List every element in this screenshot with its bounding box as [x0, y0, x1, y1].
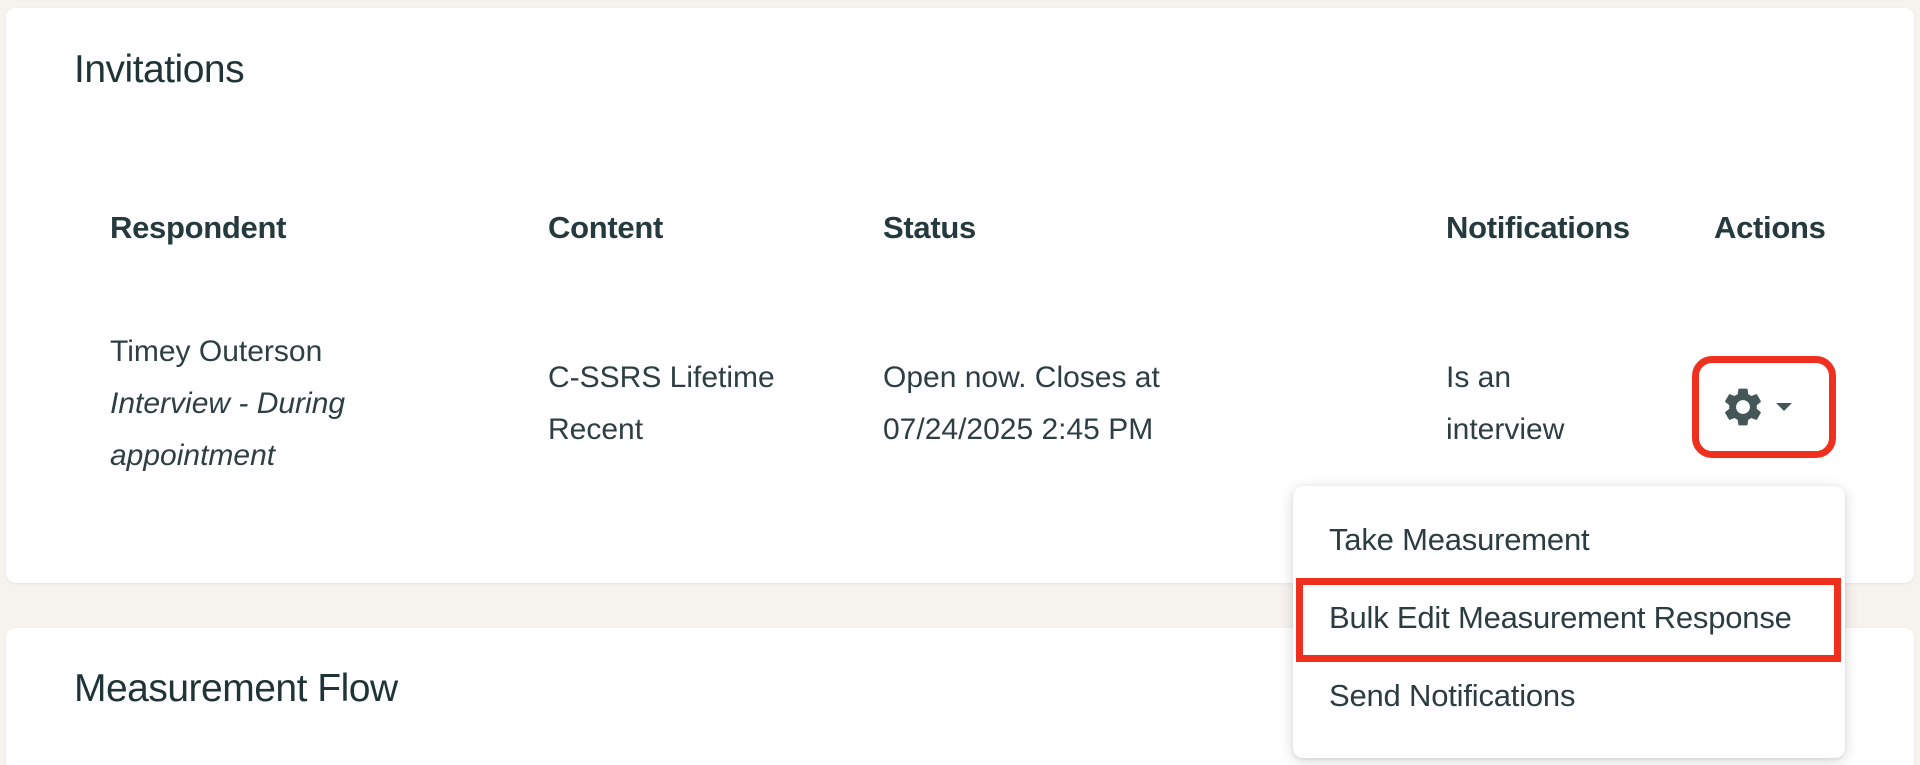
content-cell: C-SSRS Lifetime Recent	[548, 361, 775, 446]
column-header-status: Status	[883, 210, 976, 245]
menu-item-take-measurement[interactable]: Take Measurement	[1329, 522, 1590, 558]
status-cell: Open now. Closes at 07/24/2025 2:45 PM	[883, 361, 1160, 446]
menu-item-bulk-edit-measurement-response[interactable]: Bulk Edit Measurement Response	[1329, 600, 1792, 636]
menu-item-send-notifications[interactable]: Send Notifications	[1329, 678, 1575, 714]
respondent-cell: Timey Outerson Interview - During appoin…	[110, 326, 345, 482]
column-header-notifications: Notifications	[1446, 210, 1630, 245]
respondent-mode-line1: Interview - During	[110, 387, 346, 420]
column-header-actions: Actions	[1714, 210, 1826, 245]
actions-dropdown-button[interactable]	[1700, 362, 1812, 452]
respondent-name: Timey Outerson	[110, 335, 323, 368]
gear-icon	[1720, 384, 1766, 430]
respondent-mode-line2: appointment	[110, 439, 276, 472]
chevron-down-icon	[1776, 403, 1792, 411]
actions-dropdown-menu: Take Measurement Bulk Edit Measurement R…	[1293, 486, 1845, 758]
notifications-cell: Is an interview	[1446, 361, 1565, 446]
measurement-flow-title: Measurement Flow	[74, 667, 398, 710]
invitations-title: Invitations	[74, 48, 245, 91]
column-header-respondent: Respondent	[110, 210, 287, 245]
page: Invitations Respondent Content Status No…	[0, 0, 1920, 765]
column-header-content: Content	[548, 210, 663, 245]
